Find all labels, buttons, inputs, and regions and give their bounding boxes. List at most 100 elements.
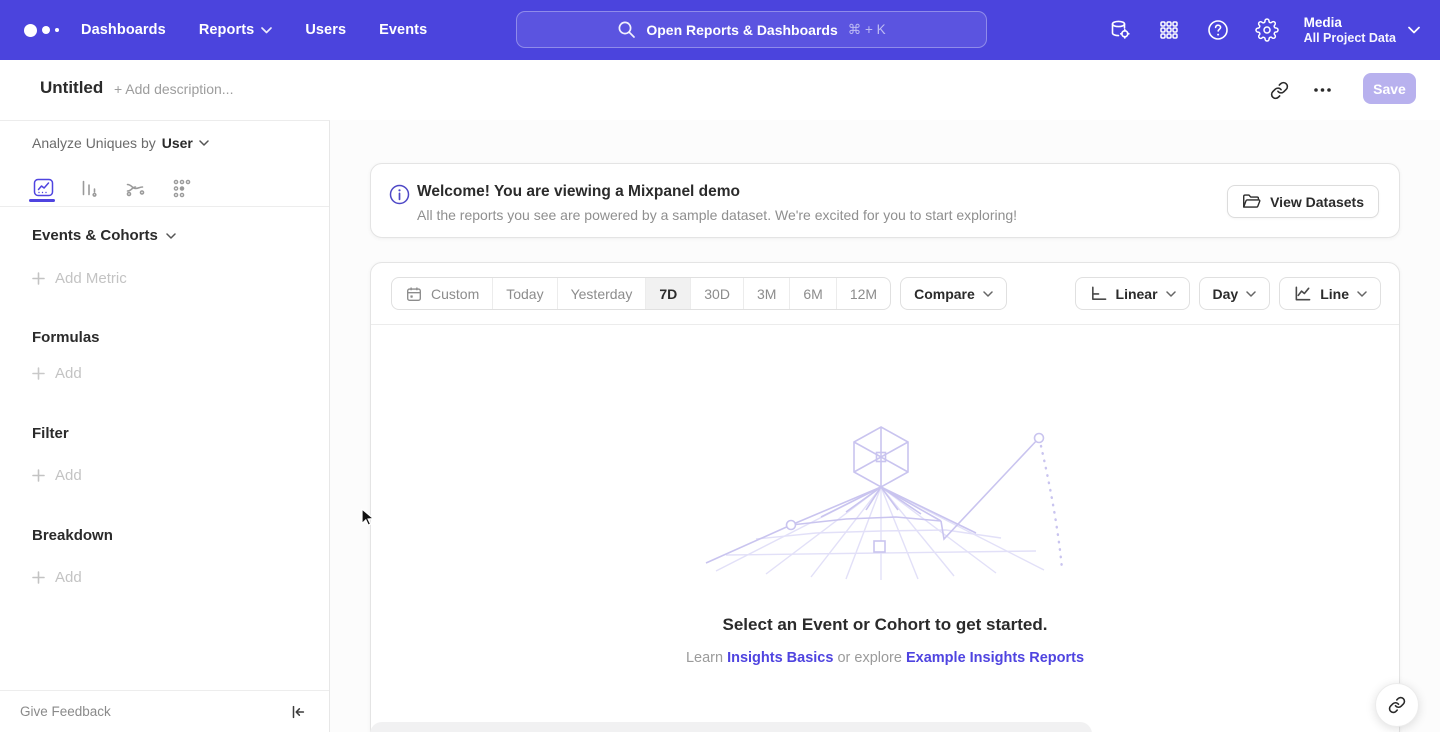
logo-dot-small [55, 28, 59, 32]
banner-title: Welcome! You are viewing a Mixpanel demo [417, 183, 740, 201]
nav-item-events[interactable]: Events [379, 22, 427, 38]
analyze-label: Analyze Uniques by [32, 135, 156, 151]
insights-basics-link[interactable]: Insights Basics [727, 650, 833, 666]
plus-icon [32, 469, 45, 482]
empty-state-title: Select an Event or Cohort to get started… [371, 615, 1399, 635]
range-30d[interactable]: 30D [690, 278, 743, 309]
primary-nav: Dashboards Reports Users Events [81, 22, 427, 38]
view-datasets-button[interactable]: View Datasets [1227, 185, 1379, 218]
global-search-input[interactable]: Open Reports & Dashboards ⌘ + K [516, 11, 987, 48]
folder-icon [1242, 193, 1261, 210]
logo-dot-medium [42, 26, 50, 34]
banner-subtitle: All the reports you see are powered by a… [417, 207, 1017, 223]
project-name: Media [1304, 15, 1396, 31]
search-placeholder: Open Reports & Dashboards [646, 22, 837, 38]
report-title[interactable]: Untitled [40, 78, 103, 98]
help-icon[interactable] [1206, 18, 1230, 42]
report-type-tabs [0, 169, 329, 207]
analyze-by-dropdown[interactable]: User [162, 135, 209, 151]
main-content: Welcome! You are viewing a Mixpanel demo… [331, 120, 1440, 732]
mixpanel-logo[interactable] [24, 24, 59, 37]
range-custom-label: Custom [431, 286, 479, 302]
range-12m[interactable]: 12M [836, 278, 890, 309]
add-breakdown-label: Add [55, 569, 82, 586]
insights-report-card: Custom Today Yesterday 7D 30D 3M 6M 12M … [370, 262, 1400, 732]
chart-toolbar: Custom Today Yesterday 7D 30D 3M 6M 12M … [371, 263, 1399, 325]
project-selector[interactable]: Media All Project Data [1304, 15, 1420, 46]
report-description-placeholder[interactable]: + Add description... [114, 81, 233, 97]
events-drawer-handle[interactable] [370, 722, 1092, 732]
plus-icon [32, 571, 45, 584]
chevron-down-icon [166, 233, 176, 239]
chevron-down-icon [1357, 291, 1367, 297]
nav-item-reports-label: Reports [199, 22, 255, 38]
data-management-icon[interactable] [1108, 18, 1132, 42]
settings-gear-icon[interactable] [1255, 18, 1279, 42]
add-breakdown-button[interactable]: Add [32, 569, 82, 586]
scale-dropdown[interactable]: Linear [1075, 277, 1190, 310]
compare-button[interactable]: Compare [900, 277, 1007, 310]
empty-state-illustration [696, 421, 1076, 586]
linear-axis-icon [1089, 285, 1108, 302]
tab-retention[interactable] [169, 176, 193, 200]
events-cohorts-section[interactable]: Events & Cohorts [32, 227, 176, 244]
active-tab-indicator [29, 199, 55, 202]
range-today[interactable]: Today [492, 278, 556, 309]
compare-label: Compare [914, 286, 975, 302]
chevron-down-icon [199, 140, 209, 146]
range-7d[interactable]: 7D [645, 278, 690, 309]
welcome-banner: Welcome! You are viewing a Mixpanel demo… [370, 163, 1400, 238]
chart-type-dropdown[interactable]: Line [1279, 277, 1381, 310]
chevron-down-icon [261, 27, 272, 34]
learn-prefix: Learn [686, 650, 723, 666]
events-cohorts-label: Events & Cohorts [32, 227, 158, 244]
project-scope: All Project Data [1304, 31, 1396, 46]
tab-bar-chart[interactable] [77, 176, 101, 200]
tab-flows[interactable] [123, 176, 147, 200]
info-icon [389, 184, 410, 210]
analyze-by-value: User [162, 135, 193, 151]
explore-middle: or explore [837, 650, 901, 666]
search-icon [617, 20, 636, 39]
logo-dot-large [24, 24, 37, 37]
range-6m[interactable]: 6M [789, 278, 835, 309]
interval-dropdown[interactable]: Day [1199, 277, 1271, 310]
range-3m[interactable]: 3M [743, 278, 789, 309]
tab-insights-line-chart[interactable] [31, 176, 55, 200]
nav-item-reports[interactable]: Reports [199, 22, 273, 38]
plus-icon [32, 367, 45, 380]
save-button[interactable]: Save [1363, 73, 1416, 104]
interval-label: Day [1213, 286, 1239, 302]
view-datasets-label: View Datasets [1270, 194, 1364, 210]
give-feedback-link[interactable]: Give Feedback [20, 704, 111, 719]
copy-link-icon[interactable] [1266, 77, 1292, 103]
example-reports-link[interactable]: Example Insights Reports [906, 650, 1084, 666]
collapse-sidebar-icon[interactable] [289, 703, 307, 721]
search-shortcut: ⌘ + K [848, 22, 886, 38]
breakdown-section-title: Breakdown [32, 527, 113, 544]
formulas-section-title: Formulas [32, 329, 100, 346]
range-custom[interactable]: Custom [392, 278, 492, 309]
top-nav: Dashboards Reports Users Events Open Rep… [0, 0, 1440, 60]
more-options-icon[interactable] [1309, 77, 1335, 103]
add-metric-button[interactable]: Add Metric [32, 270, 127, 287]
scale-label: Linear [1116, 286, 1158, 302]
mixpanel-app: Dashboards Reports Users Events Open Rep… [0, 0, 1440, 732]
range-yesterday[interactable]: Yesterday [557, 278, 646, 309]
add-filter-button[interactable]: Add [32, 467, 82, 484]
date-range-selector: Custom Today Yesterday 7D 30D 3M 6M 12M [391, 277, 891, 310]
share-link-fab[interactable] [1375, 683, 1419, 727]
apps-grid-icon[interactable] [1157, 18, 1181, 42]
report-header: Untitled + Add description... Save [0, 60, 1440, 120]
line-chart-icon [1293, 285, 1312, 302]
link-icon [1388, 696, 1406, 714]
chevron-down-icon [1408, 26, 1420, 34]
add-formula-button[interactable]: Add [32, 365, 82, 382]
nav-item-users[interactable]: Users [305, 22, 346, 38]
chevron-down-icon [983, 291, 993, 297]
chevron-down-icon [1166, 291, 1176, 297]
calendar-icon [405, 285, 423, 303]
analyze-uniques-row: Analyze Uniques by User [32, 135, 209, 151]
add-metric-label: Add Metric [55, 270, 127, 287]
nav-item-dashboards[interactable]: Dashboards [81, 22, 166, 38]
